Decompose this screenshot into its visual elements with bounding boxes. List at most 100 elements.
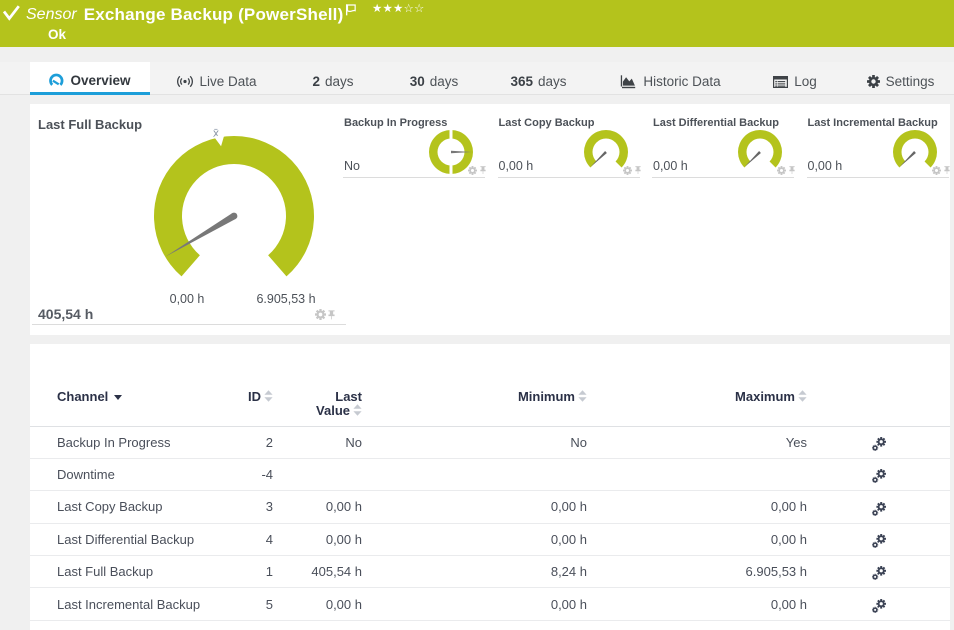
column-header-id[interactable]: ID [210,377,273,426]
cell-channel[interactable]: Last Incremental Backup [30,588,210,620]
cell-id: -4 [210,458,273,490]
cell-id: 2 [210,426,273,458]
channel-pin-icon[interactable] [789,166,795,175]
sort-toggle-icon [578,390,587,402]
cell-actions [807,426,950,458]
cell-maximum: 6.905,53 h [587,556,807,588]
cell-last-value: 405,54 h [273,556,362,588]
sort-desc-icon [114,395,122,400]
channels-table-panel: Channel ID LastValue Minimum Maximum Bac… [30,344,950,630]
cell-channel[interactable]: Last Copy Backup [30,491,210,523]
cell-actions [807,556,950,588]
gauge-scale-max: 6.905,53 h [256,292,315,306]
tab-label: Historic Data [643,74,720,89]
tab-number: 365 [510,74,533,89]
cell-minimum: 8,24 h [362,556,587,588]
tab-number: 30 [410,74,425,89]
sort-toggle-icon [353,404,362,416]
log-icon [773,76,788,88]
channel-settings-gears-icon[interactable] [872,469,886,483]
tab-label: days [325,74,354,89]
cell-channel[interactable]: Last Differential Backup [30,523,210,555]
gauge-value: 0,00 h [808,159,843,173]
gauges-panel: Last Full Backup x̄ 0,00 h 6.905,53 h 40… [30,104,950,335]
gauge-cell-last-differential-backup[interactable]: Last Differential Backup0,00 h [652,104,807,178]
gauge-value: No [344,159,360,173]
table-row: Backup In Progress2NoNoYes [30,426,950,458]
channel-gear-icon[interactable] [315,309,326,320]
gauge-cell-backup-in-progress[interactable]: Backup In ProgressNo [343,104,498,178]
sort-toggle-icon [798,390,807,402]
column-header-channel[interactable]: Channel [30,377,210,426]
channel-pin-icon[interactable] [480,166,486,175]
tab-365-days[interactable]: 365days [497,62,580,95]
cell-actions [807,491,950,523]
cell-channel[interactable]: Downtime [30,458,210,490]
table-header-row: Channel ID LastValue Minimum Maximum [30,377,950,426]
cell-last-value: 0,00 h [273,588,362,620]
tab-settings[interactable]: Settings [853,62,948,95]
tab-2-days[interactable]: 2 days [299,62,367,95]
cell-last-value: 0,00 h [273,491,362,523]
gauge-cell-last-incremental-backup[interactable]: Last Incremental Backup0,00 h [807,104,954,178]
cell-minimum [362,458,587,490]
channel-pin-icon[interactable] [635,166,641,175]
column-header-minimum[interactable]: Minimum [362,377,587,426]
channel-settings-gears-icon[interactable] [872,566,886,580]
channel-settings-gears-icon[interactable] [872,502,886,516]
cell-channel[interactable]: Backup In Progress [30,426,210,458]
gauge-value: 405,54 h [38,306,93,322]
gauge-cell-last-copy-backup[interactable]: Last Copy Backup 0,00 h [498,104,653,178]
tab-live-data[interactable]: Live Data [165,62,269,95]
tab-label: days [430,74,459,89]
tab-30-days[interactable]: 30 days [396,62,472,95]
channel-settings-gears-icon[interactable] [872,534,886,548]
cell-maximum: 0,00 h [587,523,807,555]
channel-gear-icon[interactable] [468,166,477,175]
channel-settings-gears-icon[interactable] [872,437,886,451]
channel-gear-icon[interactable] [932,166,941,175]
cell-actions [807,523,950,555]
channel-pin-icon[interactable] [944,166,950,175]
cell-actions [807,588,950,620]
cell-last-value [273,458,362,490]
cell-channel[interactable]: Last Full Backup [30,556,210,588]
column-header-maximum[interactable]: Maximum [587,377,807,426]
tab-label: Settings [886,74,935,89]
tab-bar: Overview Live Data 2 days 30 days 365days Histo… [0,62,954,95]
channels-table: Channel ID LastValue Minimum Maximum Bac… [30,377,950,621]
tab-label: Live Data [199,74,256,89]
tab-number: 2 [312,74,320,89]
cell-minimum: 0,00 h [362,523,587,555]
sensor-header: Sensor Exchange Backup (PowerShell) ★★★☆… [0,0,954,47]
priority-stars[interactable]: ★★★☆☆ [372,1,425,15]
live-icon [177,75,193,88]
tab-overview[interactable]: Overview [30,62,150,95]
table-row: Last Differential Backup40,00 h0,00 h0,0… [30,523,950,555]
table-row: Downtime-4 [30,458,950,490]
cell-id: 5 [210,588,273,620]
tab-log[interactable]: Log [761,62,829,95]
channel-pin-icon[interactable] [328,310,335,320]
tab-historic-data[interactable]: Historic Data [608,62,733,95]
tab-label: Overview [70,73,130,88]
gauge-value: 0,00 h [499,159,534,173]
channel-gear-icon[interactable] [777,166,786,175]
table-row: Last Copy Backup30,00 h0,00 h0,00 h [30,491,950,523]
column-header-last-value[interactable]: LastValue [273,377,362,426]
flag-icon[interactable] [345,4,357,16]
gauge-value: 0,00 h [653,159,688,173]
sensor-title: Exchange Backup (PowerShell) [84,5,344,25]
cell-id: 1 [210,556,273,588]
gauge-cell-primary[interactable]: Last Full Backup x̄ 0,00 h 6.905,53 h 40… [32,104,346,325]
cell-actions [807,458,950,490]
table-row: Last Full Backup1405,54 h8,24 h6.905,53 … [30,556,950,588]
cell-id: 4 [210,523,273,555]
cell-last-value: No [273,426,362,458]
gauge-title: Last Copy Backup [499,117,595,129]
channel-gear-icon[interactable] [623,166,632,175]
channel-settings-gears-icon[interactable] [872,599,886,613]
cell-minimum: 0,00 h [362,588,587,620]
cell-maximum: 0,00 h [587,588,807,620]
cell-maximum: Yes [587,426,807,458]
